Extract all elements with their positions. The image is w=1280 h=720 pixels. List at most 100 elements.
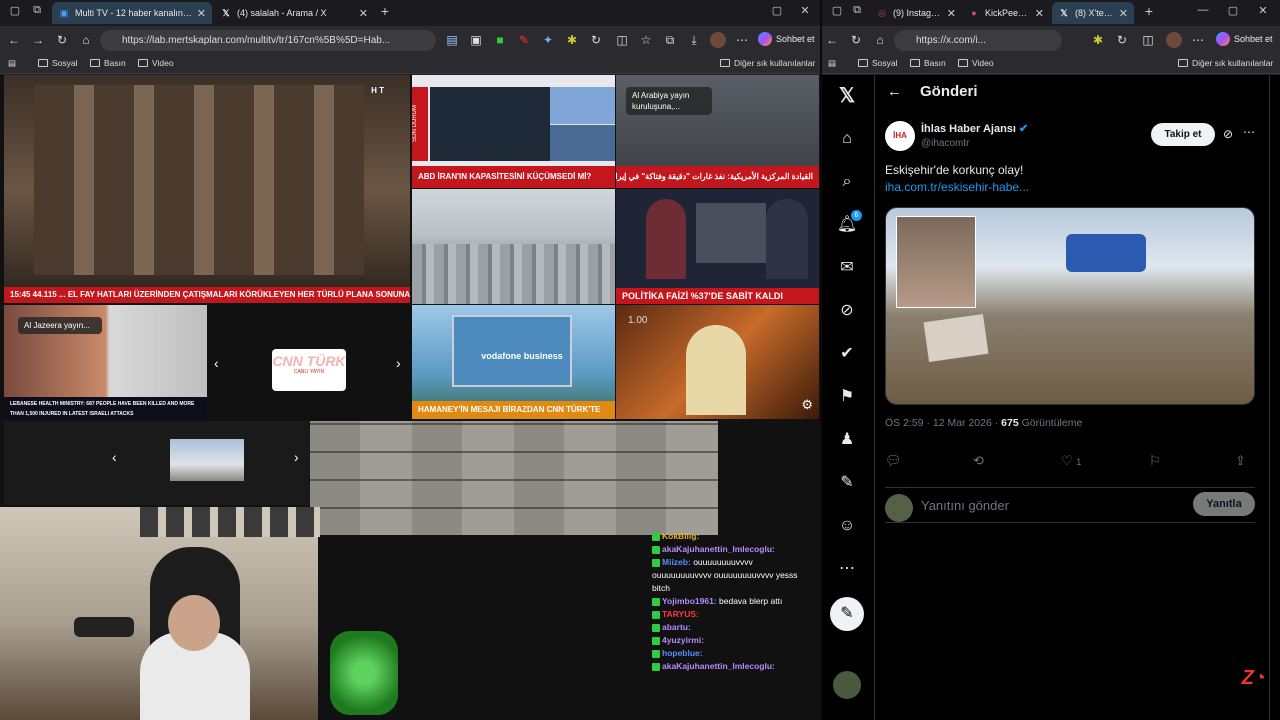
tab-x-post[interactable]: 𝕏 (8) X'te İhlas ✕ xyxy=(1052,2,1134,24)
collections-icon[interactable]: ⧉ xyxy=(662,32,678,48)
settings-gear-icon[interactable]: ⚙ xyxy=(801,397,813,413)
profile-icon[interactable]: ☺ xyxy=(836,515,858,537)
new-tab-button[interactable]: + xyxy=(378,3,392,19)
next-arrow-icon[interactable]: › xyxy=(294,449,299,465)
home-icon[interactable]: ⌂ xyxy=(836,128,858,150)
account-avatar[interactable] xyxy=(833,671,861,699)
webcam-grid[interactable] xyxy=(310,421,718,535)
copilot-chat-button[interactable]: Sohbet et xyxy=(1216,32,1273,46)
post-image[interactable] xyxy=(885,207,1255,405)
chat-username[interactable]: akaKajuhanettin_lmlecoglu: xyxy=(662,544,775,554)
more-icon[interactable]: ⋯ xyxy=(836,558,858,580)
account-handle[interactable]: @ihacomtr xyxy=(921,138,970,149)
chat-username[interactable]: akaKajuhanettin_lmlecoglu: xyxy=(662,661,775,671)
downloads-icon[interactable]: ⤓ xyxy=(686,32,702,48)
extension-icon[interactable]: ✱ xyxy=(564,32,580,48)
account-name[interactable]: İhlas Haber Ajansı ✔ xyxy=(921,122,1028,135)
extension-icon[interactable]: ▤ xyxy=(444,32,460,48)
reply-button[interactable]: Yanıtla xyxy=(1193,492,1255,516)
tab-multitv[interactable]: ▣ Multi TV - 12 haber kanalını aynı a ✕ xyxy=(52,2,212,24)
chat-username[interactable]: TARYUS: xyxy=(662,609,699,619)
account-avatar[interactable]: İHA xyxy=(885,121,915,151)
messages-icon[interactable]: ✉ xyxy=(836,257,858,279)
post-link[interactable]: iha.com.tr/eskisehir-habe... xyxy=(885,180,1029,194)
more-options-icon[interactable]: ⋯ xyxy=(1190,32,1206,48)
extension-icon[interactable]: ▣ xyxy=(468,32,484,48)
more-options-icon[interactable]: ⋯ xyxy=(1243,125,1255,139)
minimize-icon[interactable]: — xyxy=(1196,4,1210,16)
bookmark-folder-other[interactable]: Diğer sık kullanılanlar xyxy=(720,58,815,68)
forward-icon[interactable]: → xyxy=(30,32,46,48)
video-tile-3[interactable]: Al Arabiya yayın kuruluşuna,... القيادة … xyxy=(616,75,819,188)
reply-input[interactable]: Yanıtını gönder xyxy=(921,498,1009,513)
reply-icon[interactable]: 💬︎ xyxy=(885,453,902,469)
chat-username[interactable]: Miizeb: xyxy=(662,557,691,567)
video-tile-9[interactable]: 1.00 ⚙ xyxy=(616,305,819,419)
extension-icon[interactable]: ■ xyxy=(492,32,508,48)
like-icon[interactable]: ♡ 1 xyxy=(1061,453,1081,469)
prev-arrow-icon[interactable]: ‹ xyxy=(214,355,219,371)
back-icon[interactable]: ← xyxy=(6,32,22,48)
repost-icon[interactable]: ⟲ xyxy=(973,453,984,469)
chat-username[interactable]: Yojimbo1961: xyxy=(662,596,717,606)
notifications-icon[interactable]: 🔔︎ 6 xyxy=(836,210,862,236)
video-tile-10[interactable]: ‹ › xyxy=(4,421,310,505)
chat-username[interactable]: KokBilig: xyxy=(662,531,699,541)
video-tile-8[interactable]: vodafone business HAMANEY'İN MESAJI BİRA… xyxy=(412,305,615,419)
bookmarks-icon[interactable]: ⚑ xyxy=(836,386,858,408)
prev-arrow-icon[interactable]: ‹ xyxy=(112,449,117,465)
communities-icon[interactable]: ✔ xyxy=(836,343,858,365)
drafts-icon[interactable]: ✎ xyxy=(836,472,858,494)
split-screen-icon[interactable]: ◫ xyxy=(1140,32,1156,48)
x-logo-icon[interactable]: 𝕏 xyxy=(836,85,858,107)
close-tab-icon[interactable]: ✕ xyxy=(1119,7,1128,20)
address-bar[interactable]: https://lab.mertskaplan.com/multitv/tr/1… xyxy=(100,30,436,51)
video-tile-2[interactable]: SON DURUM ABD İRAN'IN KAPASİTESİNİ KÜÇÜM… xyxy=(412,75,615,188)
tab-actions-icon[interactable]: ⧉ xyxy=(30,4,44,17)
grok-explain-icon[interactable]: ⊘ xyxy=(1223,127,1233,141)
chat-username[interactable]: abartu: xyxy=(662,622,691,632)
copilot-chat-button[interactable]: Sohbet et xyxy=(758,32,815,46)
bookmark-folder-basin[interactable]: Basın xyxy=(90,58,126,68)
back-arrow-icon[interactable]: ← xyxy=(887,83,902,100)
profile-avatar[interactable] xyxy=(1166,32,1182,48)
minimize-icon[interactable]: ▢ xyxy=(770,4,784,17)
extension-icon[interactable]: ✱ xyxy=(1090,32,1106,48)
bookmark-folder-video[interactable]: Video xyxy=(958,58,994,68)
close-window-icon[interactable]: ✕ xyxy=(798,4,812,17)
refresh-icon[interactable]: ↻ xyxy=(848,32,864,48)
share-icon[interactable]: ⇪ xyxy=(1235,453,1246,469)
tab-actions-icon[interactable]: ⧉ xyxy=(850,4,864,17)
video-tile-6[interactable]: Al Jazeera yayın... LEBANESE HEALTH MINI… xyxy=(4,305,207,419)
tab-instagram[interactable]: ◎ (9) Instagram ✕ xyxy=(870,2,962,24)
extension-icon[interactable]: ✎ xyxy=(516,32,532,48)
address-bar[interactable]: https://x.com/i... xyxy=(894,30,1062,51)
video-tile-4[interactable] xyxy=(412,189,615,304)
jobs-icon[interactable]: ♟ xyxy=(836,429,858,451)
home-icon[interactable]: ⌂ xyxy=(78,32,94,48)
more-options-icon[interactable]: ⋯ xyxy=(734,32,750,48)
refresh-extension-icon[interactable]: ↻ xyxy=(1114,32,1130,48)
extension-icon[interactable]: ✦ xyxy=(540,32,556,48)
close-tab-icon[interactable]: ✕ xyxy=(1035,7,1044,20)
video-tile-1[interactable]: H T 15:45 44.115 ... EL FAY HATLARI ÜZER… xyxy=(4,75,410,303)
bookmark-folder-sosyal[interactable]: Sosyal xyxy=(38,58,78,68)
favorites-icon[interactable]: ☆ xyxy=(638,32,654,48)
refresh-icon[interactable]: ↻ xyxy=(54,32,70,48)
new-tab-button[interactable]: + xyxy=(1142,3,1156,19)
follow-button[interactable]: Takip et xyxy=(1151,123,1215,146)
grok-icon[interactable]: ⊘ xyxy=(836,300,858,322)
close-tab-icon[interactable]: ✕ xyxy=(197,7,206,20)
tab-x-search[interactable]: 𝕏 (4) salalah - Arama / X ✕ xyxy=(214,2,374,24)
search-icon[interactable]: ⌕ xyxy=(836,171,858,193)
bookmarks-menu-icon[interactable]: ▤ xyxy=(8,58,16,69)
home-icon[interactable]: ⌂ xyxy=(872,32,888,48)
post-compose-button[interactable]: ✎ xyxy=(830,597,864,631)
workspaces-icon[interactable]: ▢ xyxy=(830,4,844,17)
close-tab-icon[interactable]: ✕ xyxy=(359,7,368,20)
maximize-icon[interactable]: ▢ xyxy=(1226,4,1240,17)
back-icon[interactable]: ← xyxy=(824,32,840,48)
bookmark-icon[interactable]: ⚐ xyxy=(1149,453,1161,469)
bookmark-folder-video[interactable]: Video xyxy=(138,58,174,68)
close-window-icon[interactable]: ✕ xyxy=(1256,4,1270,17)
